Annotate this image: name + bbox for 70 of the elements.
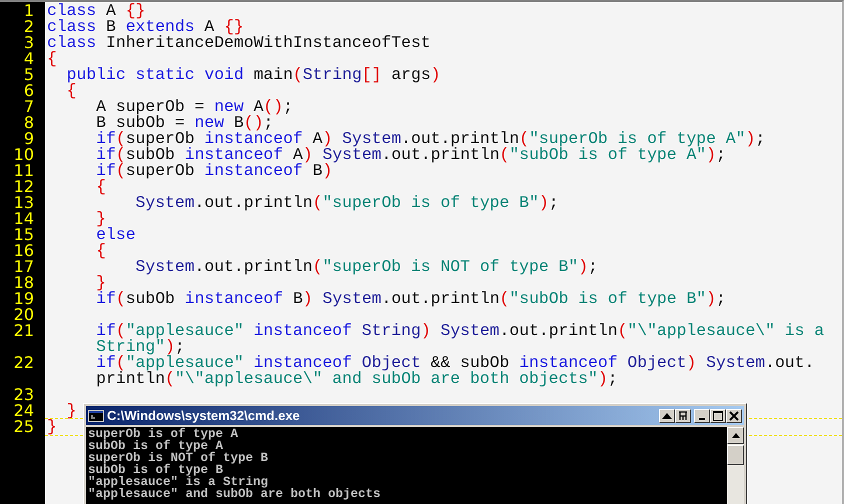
line-number: 3 (24, 35, 34, 51)
line-number: 23 (14, 387, 34, 403)
code-line: } (95, 275, 106, 291)
line-number: 13 (14, 195, 34, 211)
line-number: 25 (14, 419, 34, 435)
minimize-icon (699, 418, 705, 420)
console-output-line: "applesauce" and subOb are both objects (88, 488, 381, 500)
console-output-line: subOb is of type B (88, 464, 224, 476)
code-line: if(superOb instanceof A) System.out.println("superOb is of type A"); (95, 131, 766, 147)
line-number: 6 (24, 83, 34, 99)
code-line: { (95, 179, 106, 195)
line-number: 22 (14, 355, 34, 371)
code-line: else (95, 227, 136, 243)
console-output-line: superOb is of type A (88, 428, 238, 440)
line-number: 9 (24, 131, 34, 147)
line-number: 20 (14, 307, 34, 323)
code-line: A superOb = new A(); (95, 99, 293, 115)
code-line: if(superOb instanceof B) (95, 163, 332, 179)
code-line: public static void main(String[] args) (66, 67, 441, 83)
line-number: 12 (14, 179, 34, 195)
line-number: 5 (24, 67, 34, 83)
maximize-icon (713, 410, 723, 420)
scroll-up-button[interactable] (659, 408, 675, 422)
scrollbar[interactable] (727, 427, 744, 504)
code-line: B subOb = new B(); (95, 115, 274, 131)
pin-icon (678, 410, 688, 420)
code-line: System.out.println("superOb is of type B"); (134, 195, 559, 211)
line-number: 2 (24, 19, 34, 35)
line-number: 19 (14, 291, 34, 307)
line-number: 24 (14, 403, 34, 419)
line-number: 7 (24, 99, 34, 115)
line-number: 16 (14, 243, 34, 259)
line-number: 8 (24, 115, 34, 131)
line-number: 1 (24, 3, 34, 19)
close-button[interactable] (726, 408, 742, 422)
line-number: 14 (14, 211, 34, 227)
line-number: 11 (14, 163, 34, 179)
code-line: { (66, 83, 77, 99)
code-line: String"); (95, 339, 185, 355)
close-icon (729, 410, 739, 420)
code-line: } (66, 403, 77, 419)
up-arrow-icon (732, 433, 740, 438)
line-number: 4 (24, 51, 34, 67)
console-output-line: "applesauce" is a String (88, 476, 268, 488)
pin-button[interactable] (675, 408, 691, 422)
code-line: if("applesauce" instanceof String) System.out.println("\"applesauce\" is a (95, 323, 824, 339)
line-number: 21 (14, 323, 34, 339)
console-icon (88, 410, 104, 422)
code-line: class A {} (47, 3, 146, 19)
code-line: class InheritanceDemoWithInstanceofTest (47, 35, 431, 51)
console-output-line: superOb is NOT of type B (88, 452, 268, 464)
line-number: 15 (14, 227, 34, 243)
code-line: class B extends A {} (47, 19, 244, 35)
code-line: if(subOb instanceof A) System.out.println("subOb is of type A"); (95, 147, 726, 163)
code-line: if("applesauce" instanceof Object && subOb instanceof Object) System.out. (95, 355, 814, 371)
code-line: } (47, 419, 57, 435)
code-line: } (95, 211, 106, 227)
minimize-button[interactable] (694, 408, 710, 422)
line-number: 18 (14, 275, 34, 291)
window-title: C:\Windows\system32\cmd.exe (107, 408, 300, 423)
code-line: { (95, 243, 106, 259)
maximize-button[interactable] (710, 408, 726, 422)
code-line: System.out.println("superOb is NOT of type B"); (134, 259, 598, 275)
console-output-line: subOb is of type A (88, 440, 224, 452)
code-line: { (47, 51, 57, 67)
code-line: if(subOb instanceof B) System.out.println("subOb is of type B"); (95, 291, 726, 307)
line-number: 10 (14, 147, 34, 163)
up-arrow-icon (662, 412, 672, 418)
code-line: println("\"applesauce\" and subOb are both objects"); (95, 371, 618, 387)
line-number: 17 (14, 259, 34, 275)
